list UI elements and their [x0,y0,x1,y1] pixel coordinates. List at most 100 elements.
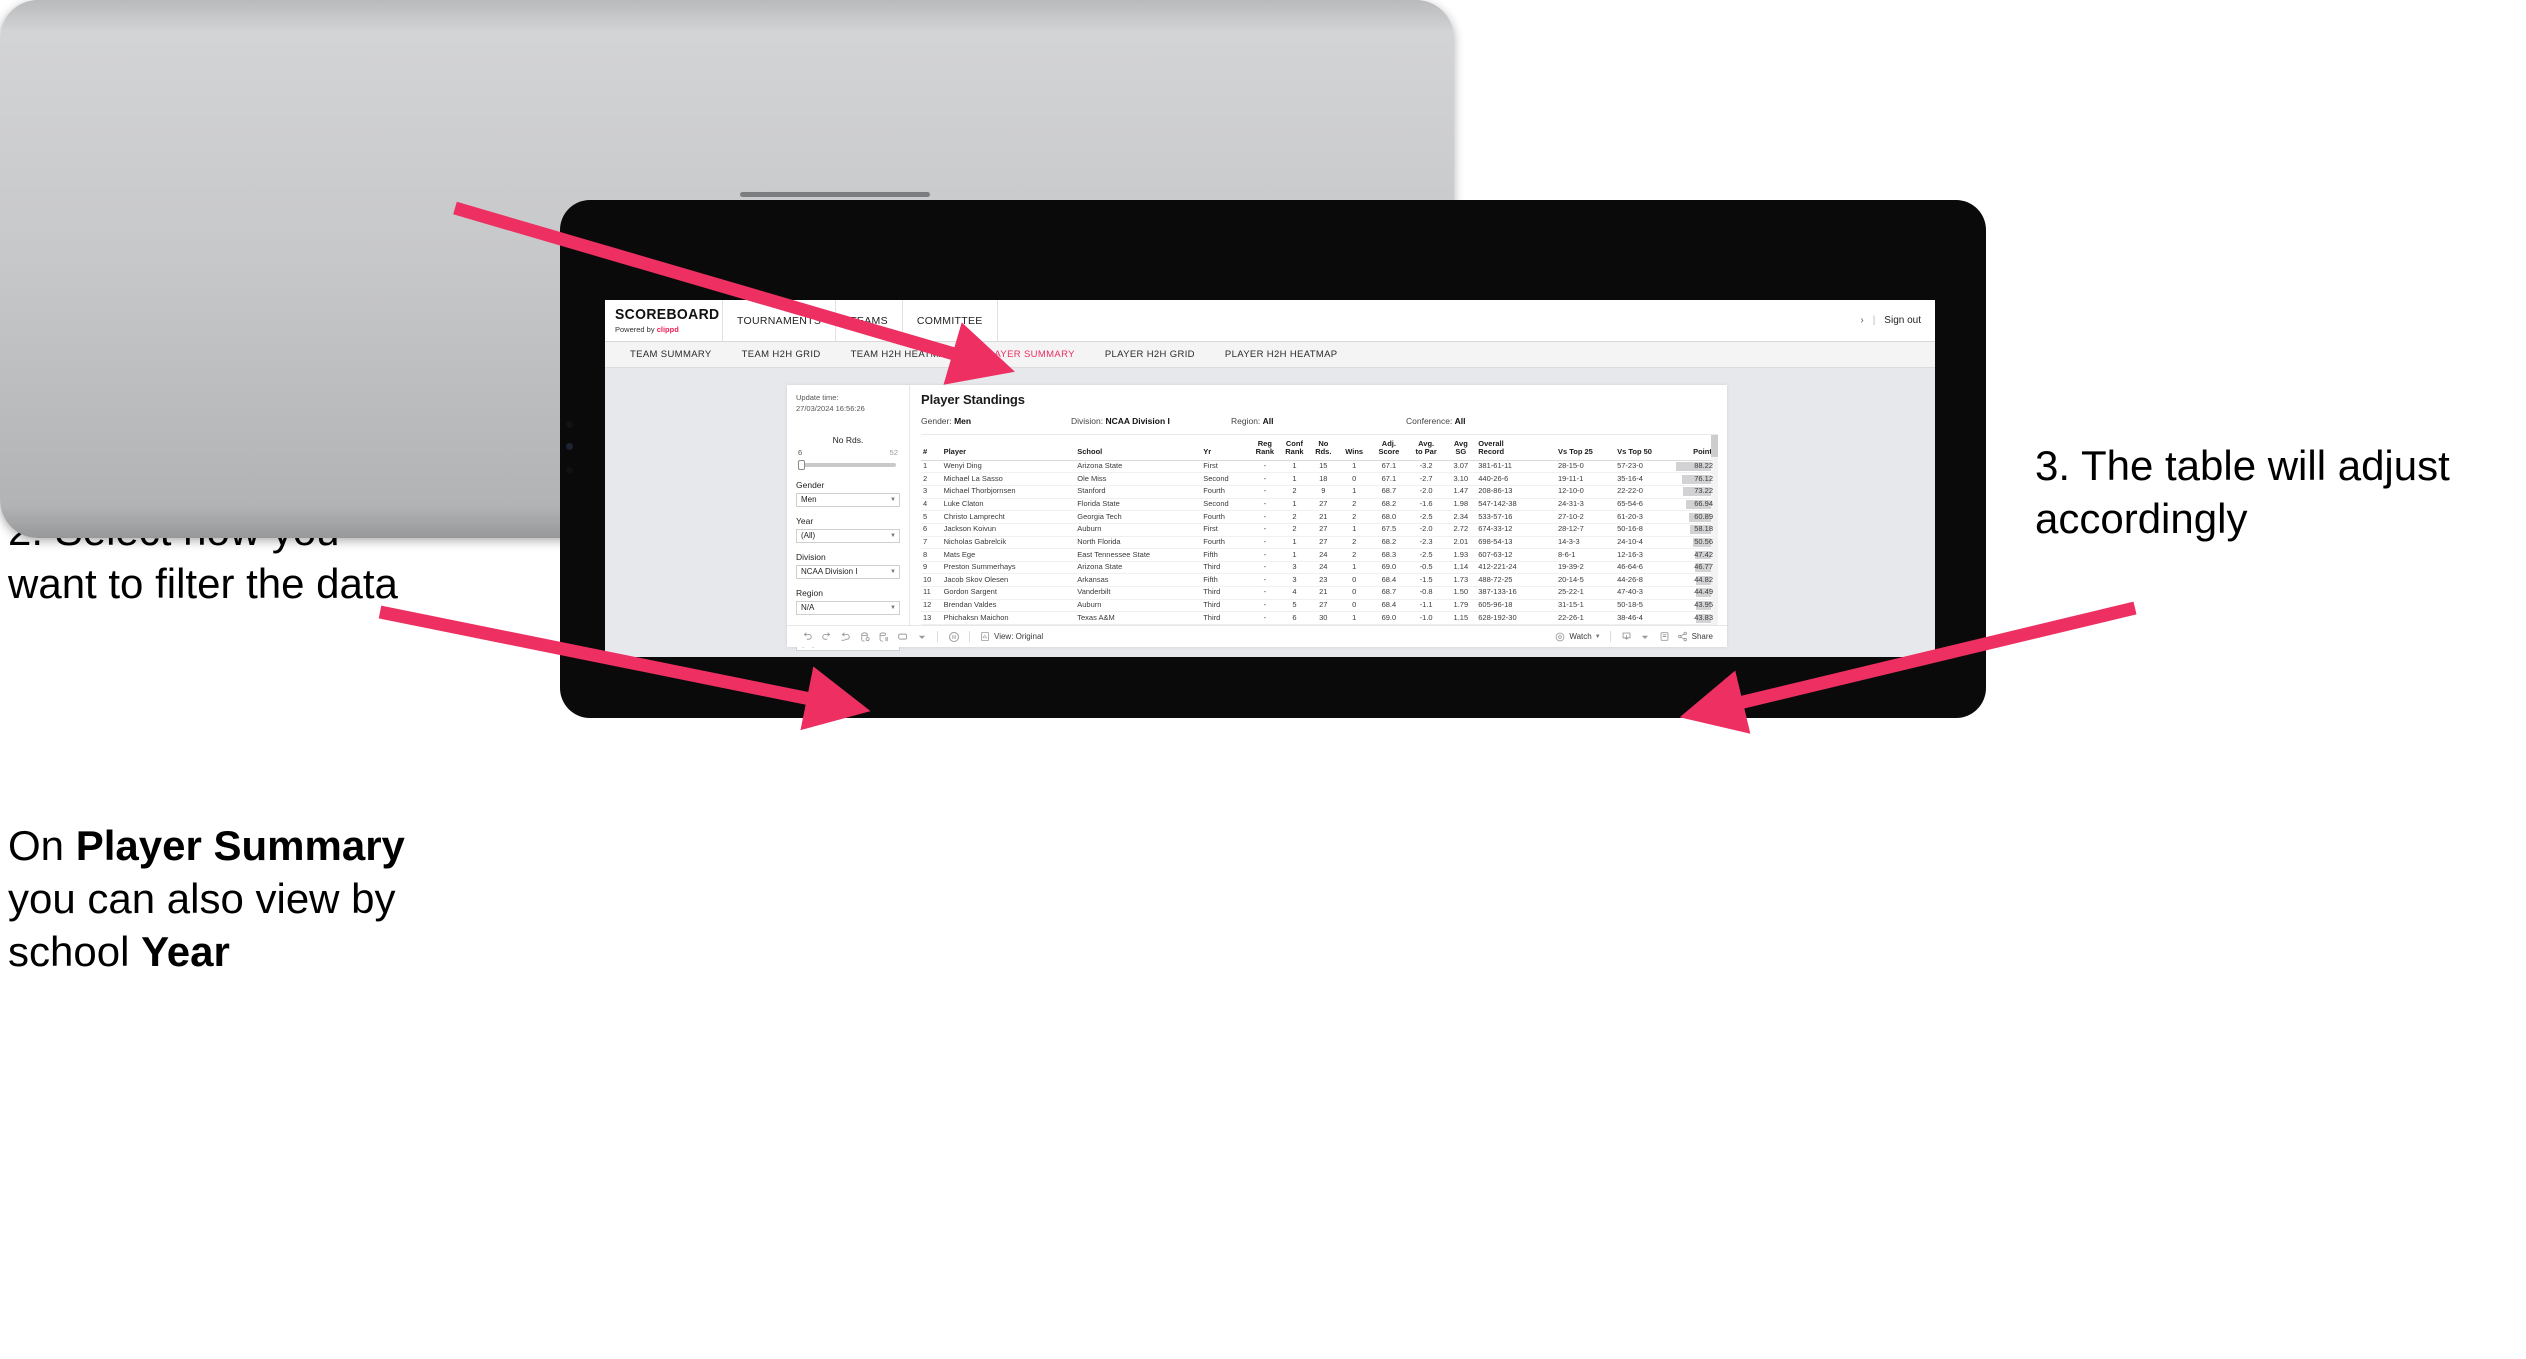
brand-logo[interactable]: SCOREBOARD Powered by clippd [605,300,723,341]
subnav-team-summary[interactable]: TEAM SUMMARY [615,349,727,360]
col-no-rounds[interactable]: No Rds. [1309,439,1338,461]
cell-wins: 2 [1337,498,1371,512]
col-player[interactable]: Player [941,440,1076,461]
cell-rank: 14 [921,624,942,625]
cell-record: 488-72-25 [1476,573,1556,588]
col-avg-sg[interactable]: Avg SG [1445,439,1477,461]
topnav-teams[interactable]: TEAMS [836,300,903,341]
no-rounds-slider-track[interactable] [798,459,896,470]
redo-icon[interactable] [817,629,836,645]
topnav-tournaments[interactable]: TOURNAMENTS [723,300,837,341]
cell-t25: 24-31-3 [1555,498,1616,512]
topnav-committee[interactable]: COMMITTEE [903,300,998,341]
cell-yr: Third [1201,624,1251,625]
table-row[interactable]: 1 Wenyi Ding Arizona State First -1 15 1 67.1 -3… [921,460,1718,474]
chevron-down-icon[interactable] [1636,629,1655,645]
cell-school: Georgia Tech [1075,510,1202,524]
view-original-button[interactable]: View: Original [976,629,1046,645]
cell-conf: 1 [1279,548,1310,562]
filter-select-year[interactable]: (All) ▼ [796,528,900,543]
no-rounds-slider-thumb[interactable] [798,459,805,470]
subnav-team-h2h-grid[interactable]: TEAM H2H GRID [727,349,836,360]
fullscreen-icon[interactable] [1655,629,1674,645]
chevron-down-icon: ▼ [1594,633,1601,640]
col-vs-top-50[interactable]: Vs Top 50 [1615,440,1675,461]
revert-icon[interactable] [836,629,855,645]
cell-school: Arizona State [1075,561,1202,575]
cell-rank: 10 [921,573,942,588]
col-school[interactable]: School [1075,440,1202,461]
points-cell: 58.18 [1676,524,1716,535]
cell-school: Stanford [1075,485,1202,499]
subnav-player-summary[interactable]: PLAYER SUMMARY [967,349,1090,360]
table-row[interactable]: 12 Brendan Valdes Auburn Third -5 27 0 68.4 -1.1… [921,599,1718,613]
scrollbar-thumb[interactable] [1711,435,1718,457]
col-rank[interactable]: # [921,440,942,461]
filter-select-gender[interactable]: Men ▼ [796,492,900,507]
subnav-player-h2h-grid[interactable]: PLAYER H2H GRID [1090,349,1210,360]
cell-rds: 21 [1309,510,1338,524]
points-cell: 60.89 [1676,512,1716,522]
cell-sg: 1.73 [1445,573,1477,588]
col-adj-score[interactable]: Adj. Score [1370,439,1407,461]
cell-player: Christo Lamprecht [941,510,1076,524]
cell-conf: 1 [1279,460,1310,474]
watch-button[interactable]: Watch ▼ [1551,629,1603,645]
cell-school: Vanderbilt [1075,586,1202,600]
table-row[interactable]: 9 Preston Summerhays Arizona State Third -3 2… [921,561,1718,575]
table-row[interactable]: 2 Michael La Sasso Ole Miss Second -1 18 0 67.1… [921,472,1718,487]
cell-t25: 20-14-5 [1555,573,1616,588]
cell-t50: 38-46-4 [1615,611,1675,625]
pause-auto-update-icon[interactable] [874,629,893,645]
points-cell: 46.77 [1676,562,1716,573]
cell-sg: 1.14 [1445,561,1477,575]
chevron-down-icon[interactable] [912,629,931,645]
table-row[interactable]: 3 Michael Thorbjornsen Stanford Fourth -2 9 1 6… [921,485,1718,499]
col-overall-record[interactable]: Overall Record [1476,439,1556,461]
share-button[interactable]: Share [1674,629,1716,645]
col-avg-to-par[interactable]: Avg. to Par [1406,439,1446,461]
sign-out-link[interactable]: Sign out [1884,315,1921,326]
player-standings-table: # Player School Yr Reg Rank Conf Rank No Rd… [921,439,1718,625]
table-row[interactable]: 4 Luke Claton Florida State Second -1 27 2 68.2… [921,498,1718,512]
table-row[interactable]: 6 Jackson Koivun Auburn First -2 27 1 67.5 -2.0 2… [921,523,1718,537]
table-row[interactable]: 8 Mats Ege East Tennessee State Fifth -1 24 2 6… [921,548,1718,562]
col-vs-top-25[interactable]: Vs Top 25 [1555,440,1616,461]
cell-conf: 1 [1279,536,1310,550]
pause-icon[interactable] [944,629,963,645]
refresh-data-icon[interactable] [855,629,874,645]
col-reg-rank[interactable]: Reg Rank [1250,439,1280,461]
toolbar-divider [1609,631,1611,642]
undo-icon[interactable] [798,629,817,645]
brand-logo-text: SCOREBOARD [615,306,720,323]
table-row[interactable]: 11 Gordon Sargent Vanderbilt Third -4 21 0 68.7… [921,586,1718,600]
cell-school: Auburn [1075,599,1202,613]
cell-yr: Fourth [1201,510,1251,524]
device-layout-icon[interactable] [893,629,912,645]
subnav-player-h2h-heatmap[interactable]: PLAYER H2H HEATMAP [1210,349,1353,360]
no-rounds-min: 6 [798,447,803,457]
meta-region-value: All [1262,416,1274,426]
filter-select-region[interactable]: N/A ▼ [796,600,900,615]
tablet-camera-icon [566,443,573,450]
col-year[interactable]: Yr [1201,440,1251,461]
table-row[interactable]: 10 Jacob Skov Olesen Arkansas Fifth -3 23 0 68.… [921,573,1718,588]
cell-sg: 2.34 [1445,510,1477,524]
col-wins[interactable]: Wins [1337,440,1371,461]
table-row[interactable]: 5 Christo Lamprecht Georgia Tech Fourth -2 21… [921,510,1718,524]
filter-select-division[interactable]: NCAA Division I ▼ [796,564,900,579]
cell-rank: 12 [921,599,942,613]
download-icon[interactable] [1617,629,1636,645]
cell-t50: 44-26-8 [1615,573,1675,588]
slide-canvas: 1. To see a Player’s rankings summary cl… [0,0,2526,1359]
cell-rds: 15 [1309,460,1338,474]
table-row[interactable]: 7 Nicholas Gabrelcik North Florida Fourth -1… [921,536,1718,550]
meta-region-label: Region: [1231,416,1263,426]
user-name-truncated: › [1860,315,1864,326]
points-cell: 44.49 [1676,587,1716,598]
table-row[interactable]: 14Maxwell FordNorth CarolinaThird-323069… [921,624,1718,625]
update-time-label: Update time: [796,393,839,402]
table-row[interactable]: 13 Phichaksn Maichon Texas A&M Third -6 30 1 69… [921,611,1718,625]
col-conf-rank[interactable]: Conf Rank [1279,439,1310,461]
subnav-team-h2h-heatmap[interactable]: TEAM H2H HEATMAP [836,349,968,360]
